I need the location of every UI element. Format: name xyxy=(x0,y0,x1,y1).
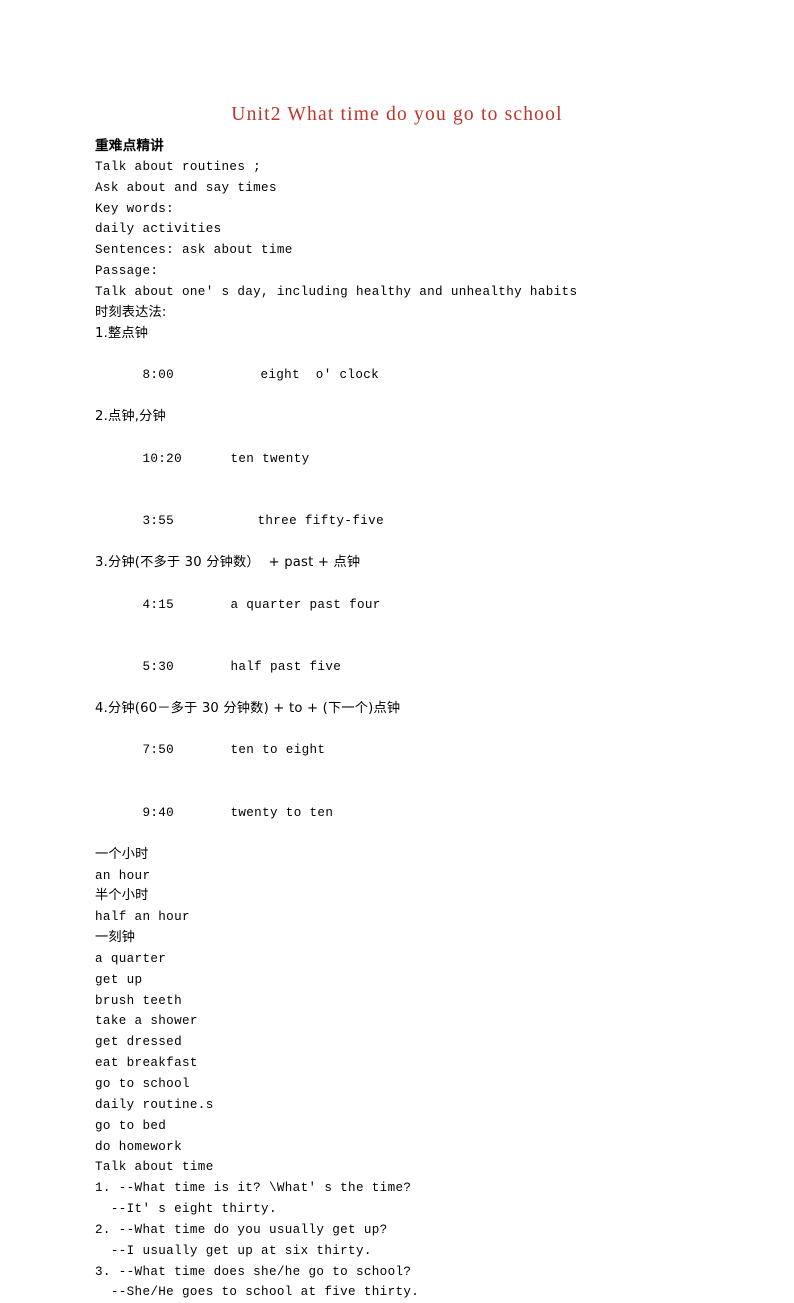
time-clock: 3:55 xyxy=(142,514,175,529)
vocabulary-item: go to school xyxy=(95,1076,190,1091)
objective-line: Key words: xyxy=(95,201,175,216)
vocabulary-item: get dressed xyxy=(95,1035,182,1050)
time-reading: three fifty-five xyxy=(257,514,384,529)
time-clock: 8:00 xyxy=(142,368,175,383)
time-reading: twenty to ten xyxy=(230,806,334,820)
document-body: 重难点精讲 Talk about routines ; Ask about an… xyxy=(95,136,755,1303)
time-row: 10:20 ten twenty xyxy=(95,428,755,491)
vocabulary-item: eat breakfast xyxy=(95,1056,198,1071)
objective-line: Talk about one' s day, including healthy… xyxy=(95,284,578,299)
dialog-question: 2. --What time do you usually get up? xyxy=(95,1222,388,1237)
vocabulary-item: brush teeth xyxy=(95,993,182,1008)
section-heading-talk-about-time: Talk about time xyxy=(95,1160,214,1175)
dialog-answer: --She/He goes to school at five thirty. xyxy=(95,1285,420,1300)
dialog-list: 1. --What time is it? \What' s the time?… xyxy=(95,1178,755,1303)
duration-term-cn: 半个小时 xyxy=(95,888,149,904)
rule-label: 1.整点钟 xyxy=(95,325,149,341)
section-heading-time-expressions: 时刻表达法: xyxy=(95,304,167,320)
time-reading: half past five xyxy=(230,660,342,675)
time-clock: 9:40 xyxy=(142,806,175,820)
rule-label: 4.分钟(60－多于 30 分钟数) + to + (下一个)点钟 xyxy=(95,700,401,716)
document-page: Unit2 What time do you go to school 重难点精… xyxy=(0,0,794,1299)
time-row: 4:15 a quarter past four xyxy=(95,574,755,637)
objective-line: Ask about and say times xyxy=(95,180,277,195)
duration-term-en: half an hour xyxy=(95,910,190,925)
vocabulary-item: take a shower xyxy=(95,1014,198,1029)
time-clock: 7:50 xyxy=(142,743,175,758)
time-reading: eight o' clock xyxy=(260,368,380,383)
time-clock: 4:15 xyxy=(142,597,175,612)
objective-line: Talk about routines ; xyxy=(95,159,262,174)
dialog-answer: --It' s eight thirty. xyxy=(95,1202,277,1217)
time-row: 5:30 half past five xyxy=(95,636,755,699)
duration-term-en: an hour xyxy=(95,868,151,883)
vocabulary-list: get up brush teeth take a shower get dre… xyxy=(95,970,755,1158)
duration-term-cn: 一刻钟 xyxy=(95,930,136,946)
time-reading: ten to eight xyxy=(230,743,326,758)
time-clock: 10:20 xyxy=(142,451,182,466)
objective-line: Sentences: ask about time xyxy=(95,243,293,258)
rule-label: 2.点钟,分钟 xyxy=(95,408,166,424)
vocabulary-item: get up xyxy=(95,972,143,987)
duration-term-en: a quarter xyxy=(95,951,167,966)
objectives-list: Talk about routines ; Ask about and say … xyxy=(95,157,755,303)
time-reading: ten twenty xyxy=(230,451,310,466)
time-row: 3:55 three fifty-five xyxy=(95,490,755,553)
time-row: 7:50 ten to eight xyxy=(95,720,755,783)
time-row: 8:00 eight o' clock xyxy=(95,344,755,407)
section-heading-key-points: 重难点精讲 xyxy=(95,138,164,154)
time-clock: 5:30 xyxy=(142,660,175,675)
dialog-question: 3. --What time does she/he go to school? xyxy=(95,1264,412,1279)
objective-line: daily activities xyxy=(95,222,222,237)
objective-line: Passage: xyxy=(95,264,159,279)
vocabulary-item: daily routine.s xyxy=(95,1097,214,1112)
time-reading: a quarter past four xyxy=(230,597,381,612)
dialog-question: 1. --What time is it? \What' s the time? xyxy=(95,1181,412,1196)
page-title: Unit2 What time do you go to school xyxy=(231,104,563,125)
time-row: 9:40 twenty to ten xyxy=(95,782,755,845)
vocabulary-item: do homework xyxy=(95,1139,182,1154)
dialog-answer: --I usually get up at six thirty. xyxy=(95,1243,372,1258)
duration-term-cn: 一个小时 xyxy=(95,846,149,862)
rule-label: 3.分钟(不多于 30 分钟数） + past + 点钟 xyxy=(95,554,361,570)
vocabulary-item: go to bed xyxy=(95,1118,167,1133)
